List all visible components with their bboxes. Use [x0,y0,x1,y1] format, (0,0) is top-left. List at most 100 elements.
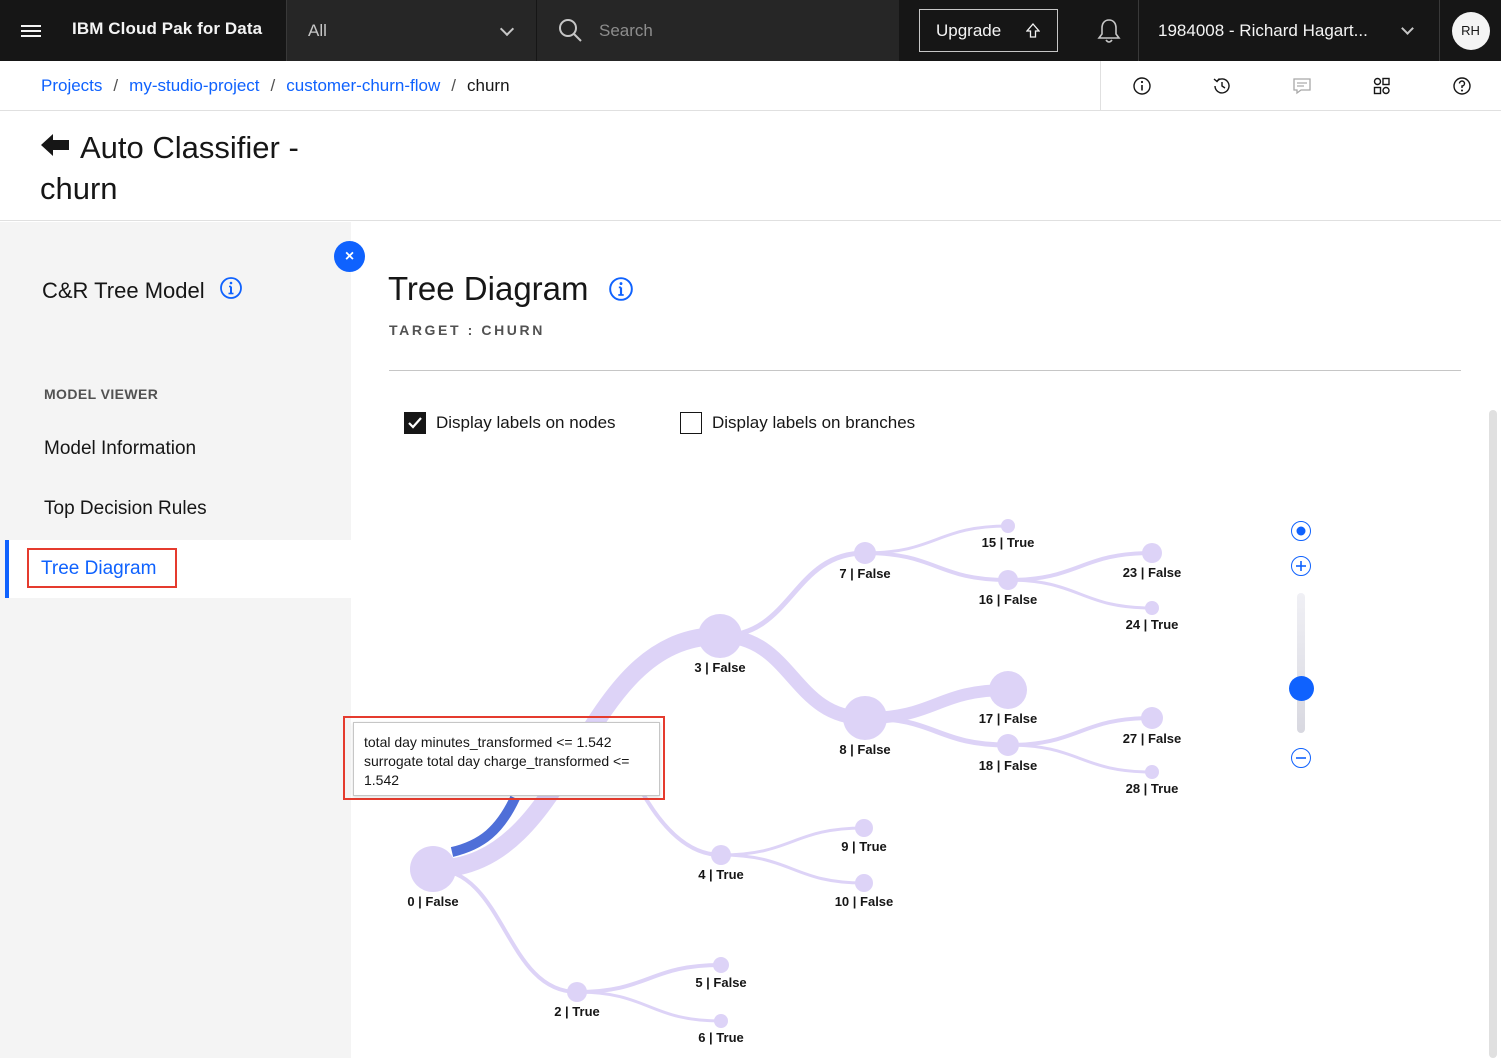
chevron-down-icon [1401,22,1414,35]
breadcrumb-separator: / [451,76,456,95]
tree-node-label: 4 | True [698,867,744,882]
menu-icon[interactable] [0,0,61,61]
breadcrumb-current: churn [467,76,510,95]
breadcrumb-bar: Projects / my-studio-project / customer-… [0,61,1501,111]
display-labels-nodes-checkbox[interactable]: Display labels on nodes [404,412,616,434]
info-icon[interactable] [219,276,243,306]
avatar-container: RH [1439,0,1501,61]
toolbar-icons [1100,61,1501,110]
account-name: 1984008 - Richard Hagart... [1158,21,1368,40]
model-viewer-heading: MODEL VIEWER [44,386,159,402]
zoom-slider-track[interactable] [1297,593,1305,733]
tree-node [567,982,587,1002]
avatar[interactable]: RH [1451,11,1490,50]
tree-node-label: 9 | True [841,839,887,854]
sidebar-active-indicator [5,540,9,598]
scope-dropdown[interactable]: All [286,0,536,61]
search-icon [557,17,583,48]
search-input[interactable] [599,18,879,44]
page-title: Auto Classifier - churn [40,130,299,206]
tree-node [997,734,1019,756]
tree-edge [431,867,579,994]
tree-node [1145,601,1159,615]
breadcrumb-separator: / [270,76,276,95]
tree-node-label: 6 | True [698,1030,744,1045]
split-rule-tooltip: total day minutes_transformed <= 1.542 s… [353,722,660,796]
breadcrumb-projects[interactable]: Projects [41,76,102,96]
zoom-slider-handle[interactable] [1289,676,1314,701]
tree-node-label: 10 | False [835,894,894,909]
tree-node-label: 28 | True [1126,781,1179,796]
tree-node-label: 3 | False [694,660,745,675]
tree-node-label: 2 | True [554,1004,600,1019]
tree-edge [713,629,872,725]
info-icon[interactable] [608,272,634,310]
tree-node [1141,707,1163,729]
account-switcher[interactable]: 1984008 - Richard Hagart... [1138,0,1438,61]
tree-node [1142,543,1162,563]
tree-node-label: 15 | True [982,535,1035,550]
help-icon[interactable] [1451,75,1473,97]
top-navigation-bar: IBM Cloud Pak for Data All Upgrade 19840… [0,0,1501,61]
tree-node-label: 18 | False [979,758,1038,773]
checkbox-label: Display labels on branches [712,413,916,432]
info-icon[interactable] [1131,75,1153,97]
tree-node-label: 5 | False [695,975,746,990]
tree-node [1001,519,1015,533]
breadcrumb-separator: / [113,76,119,95]
tree-node [711,845,731,865]
history-icon[interactable] [1211,75,1233,97]
comment-icon[interactable] [1291,75,1313,97]
checkbox-unchecked-icon [680,412,702,434]
tooltip-line: surrogate total day charge_transformed <… [364,753,630,769]
model-viewer-sidebar [0,222,351,1058]
tree-node [855,874,873,892]
model-name-label: C&R Tree Model [42,278,205,303]
notification-icon[interactable] [1080,0,1137,61]
upgrade-arrow-icon [1025,23,1041,44]
recenter-icon[interactable] [1291,521,1311,541]
tree-node [713,957,729,973]
breadcrumb-flow[interactable]: customer-churn-flow [286,76,440,96]
zoom-in-icon[interactable] [1291,556,1311,576]
page-header: Auto Classifier - churn [0,111,1501,221]
zoom-out-icon[interactable] [1291,748,1311,768]
display-labels-branches-checkbox[interactable]: Display labels on branches [680,412,915,434]
tree-node [855,819,873,837]
zoom-control [1288,518,1314,778]
tree-node [854,542,876,564]
chevron-down-icon [499,21,515,37]
section-title: Tree Diagram [388,270,634,310]
sidebar-item-tree-diagram[interactable]: Tree Diagram [27,548,177,588]
checkbox-label: Display labels on nodes [436,413,616,432]
section-title-text: Tree Diagram [388,270,589,307]
tree-node [410,846,456,892]
tree-node [1145,765,1159,779]
breadcrumb-project[interactable]: my-studio-project [129,76,259,96]
breadcrumb: Projects / my-studio-project / customer-… [41,76,510,96]
tooltip-highlight: total day minutes_transformed <= 1.542 s… [343,716,665,800]
target-label: TARGET : CHURN [389,322,545,338]
search-bar [537,0,899,61]
tree-node-label: 23 | False [1123,565,1182,580]
tree-node-label: 0 | False [407,894,458,909]
sidebar-item-top-decision-rules[interactable]: Top Decision Rules [44,498,207,520]
tree-node-label: 17 | False [979,711,1038,726]
tooltip-line: total day minutes_transformed <= 1.542 [364,734,612,750]
sidebar-item-model-information[interactable]: Model Information [44,438,196,460]
tooltip-line: 1.542 [364,772,400,788]
product-name[interactable]: IBM Cloud Pak for Data [72,19,262,39]
tree-node [698,614,742,658]
tree-node-label: 7 | False [839,566,890,581]
upgrade-button[interactable]: Upgrade [919,9,1058,52]
close-icon[interactable]: × [334,241,365,272]
tree-node-label: 24 | True [1126,617,1179,632]
upgrade-button-label: Upgrade [936,20,1002,40]
tree-node [989,671,1027,709]
tree-node-label: 16 | False [979,592,1038,607]
tree-node [843,696,887,740]
model-name: C&R Tree Model [42,276,243,306]
assets-icon[interactable] [1371,75,1393,97]
divider [389,370,1461,371]
tree-node [714,1014,728,1028]
